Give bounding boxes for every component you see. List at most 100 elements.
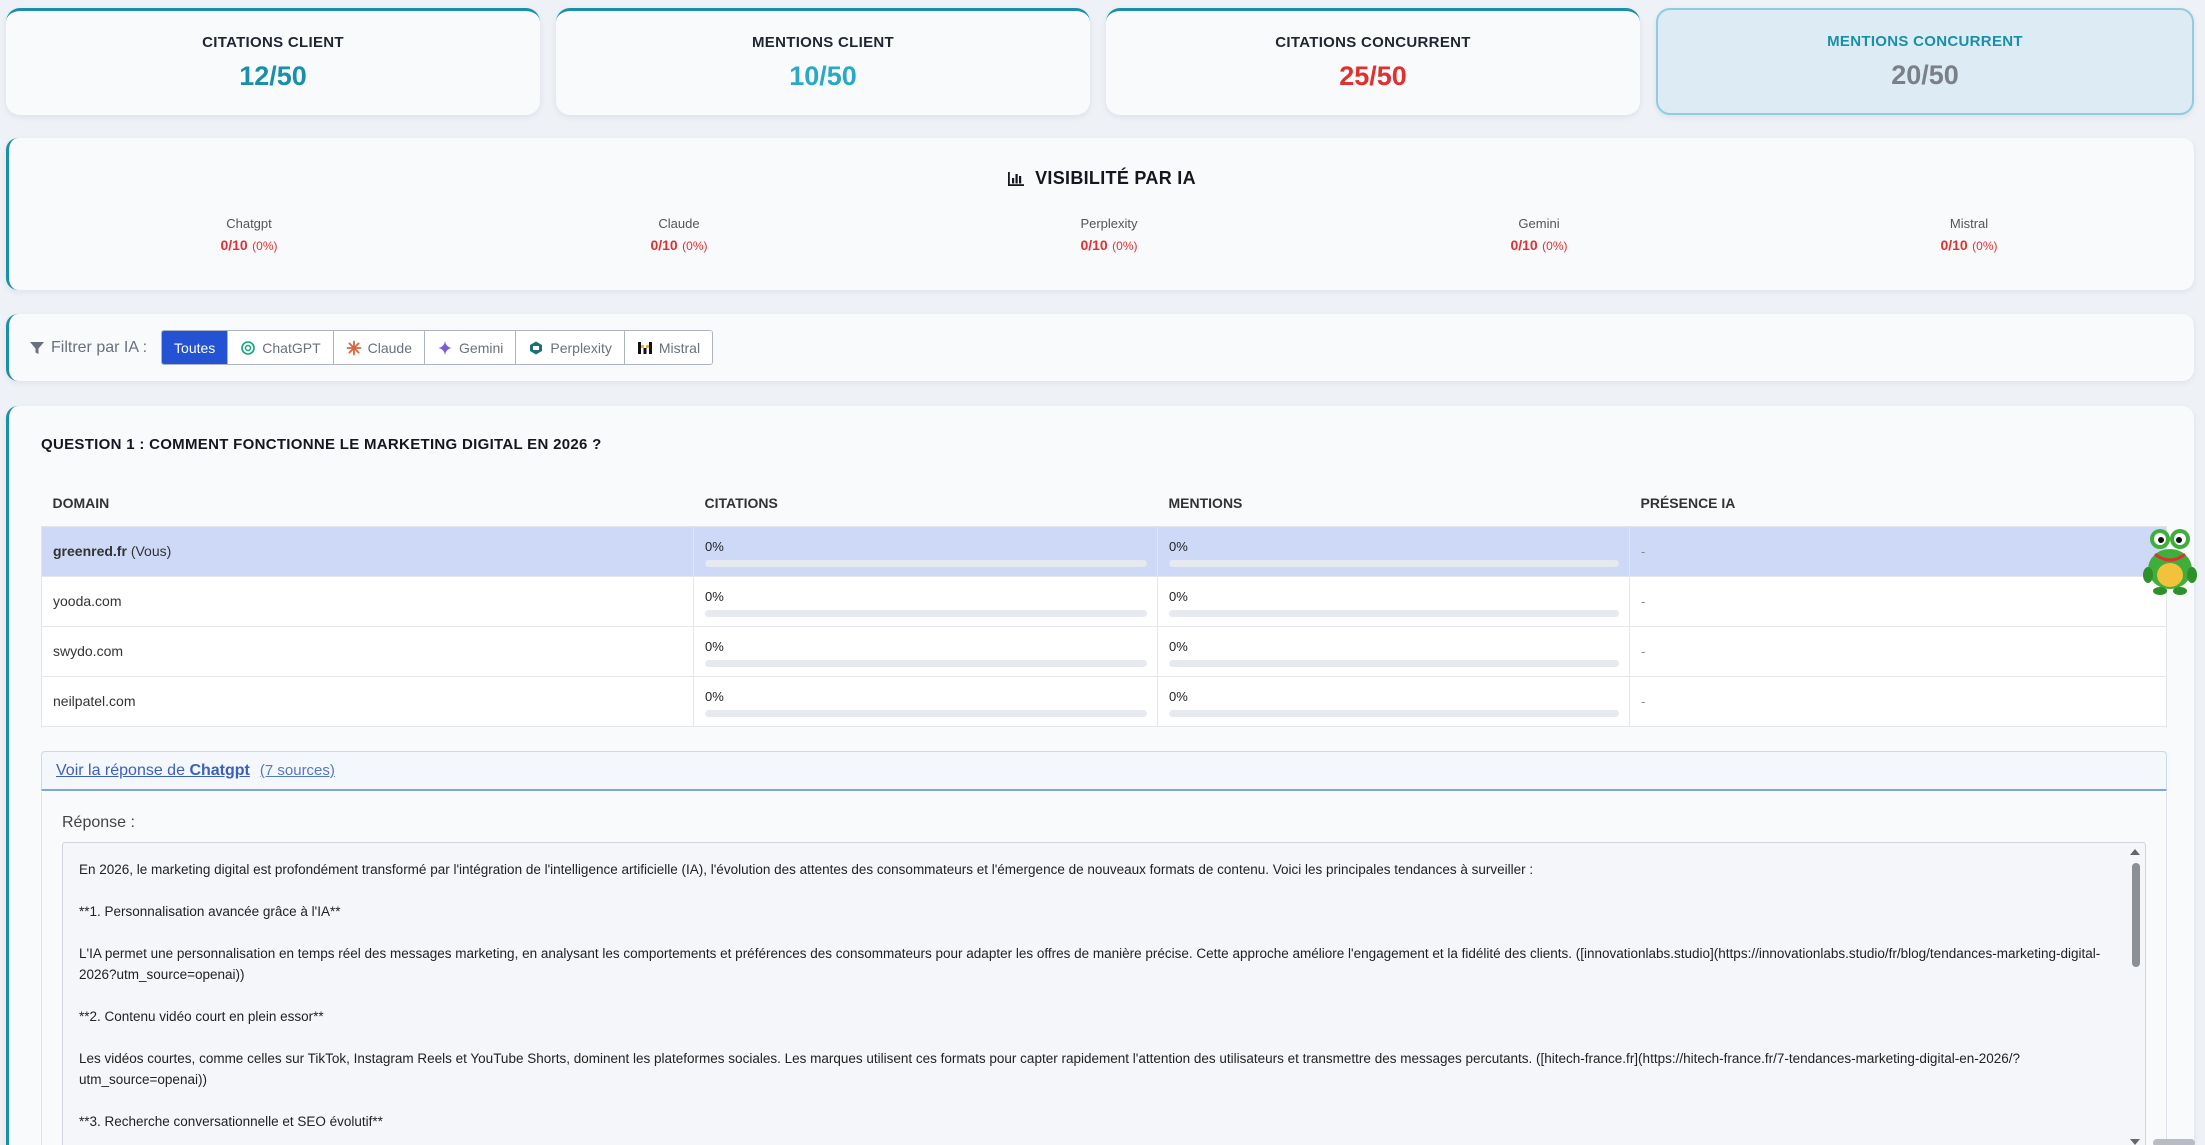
kpi-value: 20/50	[1891, 59, 1959, 90]
answer-paragraph: En 2026, le marketing digital est profon…	[79, 862, 1534, 877]
filter-icon	[30, 341, 44, 354]
domain-cell: neilpatel.com	[41, 676, 694, 727]
presence-value: -	[1641, 644, 1646, 659]
table-row[interactable]: greenred.fr (Vous) 0% 0% -	[41, 526, 2167, 577]
filter-button-chatgpt[interactable]: ChatGPT	[228, 331, 334, 364]
mentions-progress-bar	[1169, 559, 1619, 567]
filter-button-label: Mistral	[658, 339, 701, 356]
visibility-item-perplexity: Perplexity 0/10 (0%)	[894, 216, 1324, 255]
chatgpt-icon	[241, 340, 256, 355]
scrollbar-thumb[interactable]	[2132, 863, 2140, 967]
kpi-label: CITATIONS CONCURRENT	[1275, 34, 1471, 51]
mentions-progress-bar	[1169, 659, 1619, 667]
answer-link-prefix: Voir la réponse de	[56, 761, 185, 779]
filter-button-claude[interactable]: Claude	[333, 331, 426, 364]
citations-cell: 0%	[693, 626, 1158, 677]
chameleon-mascot-icon[interactable]	[2140, 525, 2198, 595]
kpi-card-citations-client[interactable]: CITATIONS CLIENT 12/50	[6, 8, 540, 115]
domain-suffix: (Vous)	[130, 543, 172, 559]
mentions-cell: 0%	[1157, 676, 1630, 727]
answer-paragraph: **2. Contenu vidéo court en plein essor*…	[79, 1009, 324, 1024]
answer-toggle[interactable]: Voir la réponse de Chatgpt (7 sources)	[41, 751, 2167, 791]
answer-sources-link[interactable]: (7 sources)	[260, 762, 335, 779]
citations-percent: 0%	[705, 688, 724, 704]
filter-button-all[interactable]: Toutes	[162, 331, 229, 364]
visibility-score: 0/10	[1080, 237, 1108, 253]
visibility-score-line: 0/10 (0%)	[1754, 237, 2184, 255]
answer-toggle-link[interactable]: Voir la réponse de Chatgpt	[56, 762, 250, 780]
visibility-item-mistral: Mistral 0/10 (0%)	[1754, 216, 2184, 255]
visibility-percent: (0%)	[682, 239, 708, 253]
column-header-mentions[interactable]: MENTIONS	[1157, 480, 1630, 527]
citations-progress-bar	[705, 609, 1147, 617]
citations-cell: 0%	[693, 676, 1158, 727]
citations-percent: 0%	[705, 588, 724, 604]
mentions-percent: 0%	[1169, 688, 1188, 704]
presence-value: -	[1641, 544, 1646, 559]
visibility-ai-name: Claude	[658, 216, 700, 231]
table-row[interactable]: yooda.com 0% 0% -	[41, 576, 2167, 627]
kpi-value: 12/50	[239, 61, 307, 91]
visibility-score-line: 0/10 (0%)	[464, 237, 894, 255]
filter-button-label: Toutes	[174, 339, 216, 356]
visibility-score-line: 0/10 (0%)	[34, 237, 464, 255]
mentions-percent: 0%	[1169, 588, 1188, 604]
filter-button-perplexity[interactable]: Perplexity	[516, 331, 625, 364]
visibility-item-claude: Claude 0/10 (0%)	[464, 216, 894, 255]
mistral-icon	[637, 341, 652, 354]
claude-icon	[346, 340, 362, 355]
kpi-row: CITATIONS CLIENT 12/50 MENTIONS CLIENT 1…	[6, 8, 2194, 115]
visibility-panel: VISIBILITÉ PAR IA Chatgpt 0/10 (0%) Clau…	[6, 138, 2194, 290]
presence-value: -	[1641, 694, 1646, 709]
visibility-percent: (0%)	[1542, 239, 1568, 253]
filter-bar: Filtrer par IA : Toutes ChatGPT Claude G…	[6, 314, 2194, 381]
visibility-title-text: VISIBILITÉ PAR IA	[1035, 168, 1196, 188]
presence-cell: -	[1629, 676, 2167, 727]
answer-label: Réponse :	[62, 814, 135, 831]
visibility-title: VISIBILITÉ PAR IA	[9, 168, 2194, 189]
presence-cell: -	[1629, 576, 2167, 627]
domain-name: greenred.fr	[53, 543, 127, 559]
mentions-cell: 0%	[1157, 526, 1630, 577]
mentions-cell: 0%	[1157, 626, 1630, 677]
mentions-percent: 0%	[1169, 638, 1188, 654]
filter-button-group: Toutes ChatGPT Claude Gemini Perplexity …	[161, 330, 714, 365]
visibility-percent: (0%)	[1112, 239, 1138, 253]
answer-link-ai: Chatgpt	[189, 761, 250, 779]
column-header-citations[interactable]: CITATIONS	[693, 480, 1158, 527]
visibility-items: Chatgpt 0/10 (0%) Claude 0/10 (0%) Perpl…	[34, 216, 2184, 255]
kpi-label: MENTIONS CLIENT	[752, 34, 894, 51]
presence-value: -	[1641, 594, 1646, 609]
table-header-row: DOMAIN CITATIONS MENTIONS PRÉSENCE IA	[41, 480, 2167, 527]
kpi-card-mentions-client[interactable]: MENTIONS CLIENT 10/50	[556, 8, 1090, 115]
column-header-presence[interactable]: PRÉSENCE IA	[1629, 480, 2167, 527]
filter-button-label: Perplexity	[550, 339, 612, 356]
scroll-up-icon[interactable]	[2130, 849, 2140, 855]
kpi-card-mentions-concurrent[interactable]: MENTIONS CONCURRENT 20/50	[1656, 8, 2194, 115]
answer-textbox[interactable]: En 2026, le marketing digital est profon…	[62, 842, 2146, 1145]
citations-progress-bar	[705, 559, 1147, 567]
visibility-ai-name: Chatgpt	[226, 216, 272, 231]
answer-paragraph: **3. Recherche conversationnelle et SEO …	[79, 1114, 383, 1129]
column-header-domain[interactable]: DOMAIN	[41, 480, 694, 527]
visibility-score: 0/10	[1940, 237, 1968, 253]
citations-cell: 0%	[693, 526, 1158, 577]
scroll-down-icon[interactable]	[2130, 1139, 2140, 1145]
table-row[interactable]: swydo.com 0% 0% -	[41, 626, 2167, 677]
filter-label: Filtrer par IA :	[29, 339, 147, 357]
domain-cell: swydo.com	[41, 626, 694, 677]
kpi-label: CITATIONS CLIENT	[202, 34, 344, 51]
kpi-card-citations-concurrent[interactable]: CITATIONS CONCURRENT 25/50	[1106, 8, 1640, 115]
filter-button-mistral[interactable]: Mistral	[624, 331, 713, 364]
question-panel: QUESTION 1 : COMMENT FONCTIONNE LE MARKE…	[6, 406, 2194, 1145]
answer-text: En 2026, le marketing digital est profon…	[79, 859, 2105, 1132]
answer-scrollbar[interactable]	[2130, 847, 2141, 1145]
answer-body: Réponse : En 2026, le marketing digital …	[41, 792, 2167, 1145]
perplexity-icon	[530, 341, 543, 354]
filter-label-text: Filtrer par IA :	[51, 338, 148, 356]
filter-button-gemini[interactable]: Gemini	[425, 331, 517, 364]
visibility-percent: (0%)	[252, 239, 278, 253]
answer-paragraph: Les vidéos courtes, comme celles sur Tik…	[79, 1051, 2021, 1087]
corner-scroll-indicator	[2153, 1139, 2195, 1145]
table-row[interactable]: neilpatel.com 0% 0% -	[41, 676, 2167, 727]
